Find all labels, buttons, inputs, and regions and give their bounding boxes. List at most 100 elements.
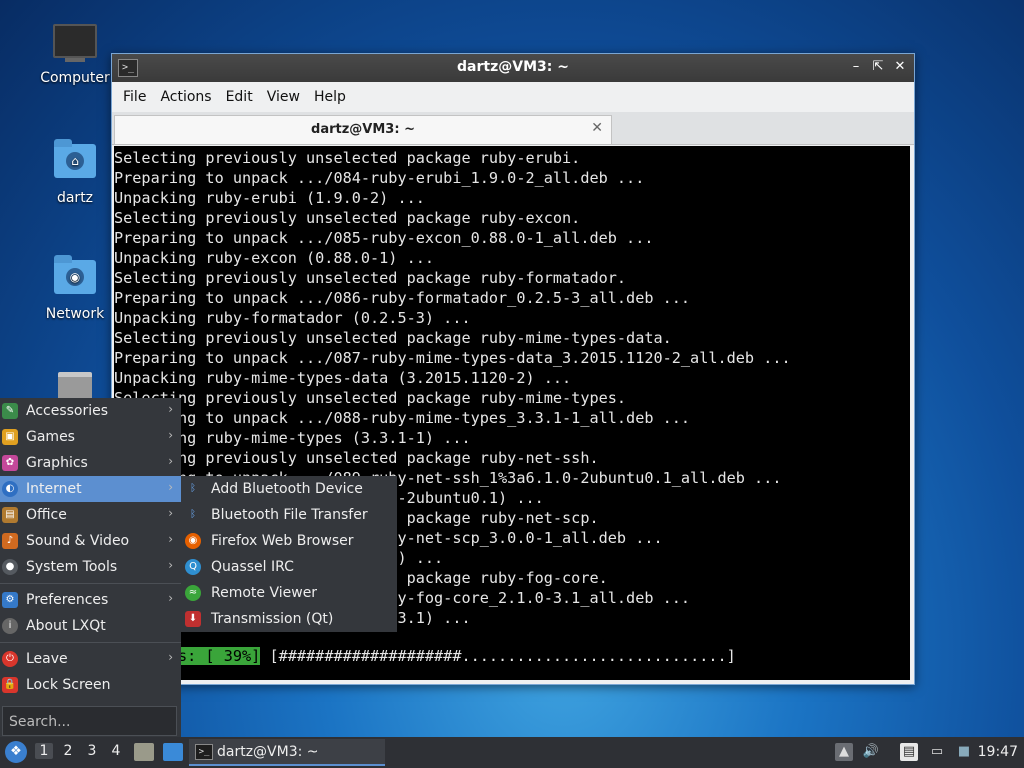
accessories-icon: ✎ xyxy=(2,403,18,419)
menu-item-label: System Tools xyxy=(26,559,118,575)
desktop-icon-label: Computer xyxy=(40,70,110,86)
workspace-3[interactable]: 3 xyxy=(83,743,101,759)
menu-item-label: Games xyxy=(26,429,75,445)
menu-item-office[interactable]: ▤ Office › xyxy=(0,502,181,528)
chevron-right-icon: › xyxy=(168,428,173,442)
close-icon[interactable]: ✕ xyxy=(892,58,908,76)
menu-separator xyxy=(0,642,181,643)
menu-actions[interactable]: Actions xyxy=(153,89,218,105)
workspace-4[interactable]: 4 xyxy=(107,743,125,759)
power-icon: ⏻ xyxy=(2,651,18,667)
submenu-item-label: Firefox Web Browser xyxy=(211,533,354,549)
remote-viewer-icon: ≈ xyxy=(185,585,201,601)
office-icon: ▤ xyxy=(2,507,18,523)
firefox-icon: ◉ xyxy=(185,533,201,549)
network-icon[interactable]: ▭ xyxy=(928,743,946,761)
menu-item-label: Preferences xyxy=(26,592,109,608)
show-desktop-icon[interactable] xyxy=(163,743,183,761)
network-folder-icon: ◉ xyxy=(53,255,97,300)
chevron-right-icon: › xyxy=(168,532,173,546)
maximize-icon[interactable]: ⇱ xyxy=(870,58,886,76)
tab-bar: dartz@VM3: ~ ✕ xyxy=(112,112,914,145)
preferences-icon: ⚙ xyxy=(2,592,18,608)
menu-item-leave[interactable]: ⏻ Leave › xyxy=(0,646,181,672)
submenu-item-label: Add Bluetooth Device xyxy=(211,481,363,497)
clipboard-icon[interactable]: ▤ xyxy=(900,743,918,761)
menu-item-lock-screen[interactable]: 🔒 Lock Screen xyxy=(0,672,181,698)
submenu-item-label: Transmission (Qt) xyxy=(211,611,334,627)
minimize-icon[interactable]: – xyxy=(848,58,864,76)
window-titlebar[interactable]: >_ dartz@VM3: ~ – ⇱ ✕ xyxy=(112,54,914,82)
submenu-item-label: Bluetooth File Transfer xyxy=(211,507,368,523)
desktop-icon-computer[interactable]: Computer xyxy=(33,24,117,86)
home-folder-icon: ⌂ xyxy=(53,139,97,184)
internet-submenu: ᛒ Add Bluetooth Device ᛒ Bluetooth File Tr… xyxy=(181,476,397,632)
volume-icon[interactable]: 🔊 xyxy=(862,743,880,761)
menu-item-accessories[interactable]: ✎ Accessories › xyxy=(0,398,181,424)
menu-item-about[interactable]: i About LXQt xyxy=(0,613,181,639)
submenu-item-bluetooth-transfer[interactable]: ᛒ Bluetooth File Transfer xyxy=(181,502,397,528)
menu-item-label: Accessories xyxy=(26,403,109,419)
tab-close-icon[interactable]: ✕ xyxy=(591,120,603,136)
workspace-2[interactable]: 2 xyxy=(59,743,77,759)
submenu-item-quassel[interactable]: Q Quassel IRC xyxy=(181,554,397,580)
menu-edit[interactable]: Edit xyxy=(219,89,260,105)
workspace-1[interactable]: 1 xyxy=(35,743,53,759)
menu-file[interactable]: File xyxy=(116,89,153,105)
menu-item-label: Lock Screen xyxy=(26,677,111,693)
menu-view[interactable]: View xyxy=(260,89,307,105)
start-menu: ✎ Accessories › ▣ Games › ✿ Graphics › ◐ Intern… xyxy=(0,398,181,738)
desktop-icon-label: Network xyxy=(45,306,105,322)
menu-item-label: Internet xyxy=(26,481,82,497)
desktop-icon-label: dartz xyxy=(56,190,94,206)
submenu-item-remote-viewer[interactable]: ≈ Remote Viewer xyxy=(181,580,397,606)
desktop-icon-network[interactable]: ◉ Network xyxy=(33,255,117,322)
notification-icon[interactable]: ■ xyxy=(955,743,973,761)
bluetooth-icon: ᛒ xyxy=(190,483,196,494)
file-manager-icon[interactable] xyxy=(134,743,154,761)
window-title: dartz@VM3: ~ xyxy=(457,59,569,75)
chevron-right-icon: › xyxy=(168,650,173,664)
terminal-tab[interactable]: dartz@VM3: ~ ✕ xyxy=(114,115,612,144)
info-icon: i xyxy=(2,618,18,634)
menu-help[interactable]: Help xyxy=(307,89,353,105)
task-label: dartz@VM3: ~ xyxy=(217,744,319,760)
tab-label: dartz@VM3: ~ xyxy=(311,122,415,137)
menu-item-label: Graphics xyxy=(26,455,88,471)
chevron-right-icon: › xyxy=(168,558,173,572)
menu-item-games[interactable]: ▣ Games › xyxy=(0,424,181,450)
progress-bar: [####################...................… xyxy=(260,647,736,665)
transmission-icon: ⬇ xyxy=(185,611,201,627)
clock[interactable]: 19:47 xyxy=(978,744,1018,760)
bluetooth-icon: ᛒ xyxy=(190,509,196,520)
submenu-item-transmission[interactable]: ⬇ Transmission (Qt) xyxy=(181,606,397,632)
desktop-icon-home[interactable]: ⌂ dartz xyxy=(33,139,117,206)
menu-search-input[interactable]: Search... xyxy=(2,706,177,736)
menu-item-system-tools[interactable]: ● System Tools › xyxy=(0,554,181,580)
taskbar-task-terminal[interactable]: >_ dartz@VM3: ~ xyxy=(189,739,385,766)
chevron-right-icon: › xyxy=(168,506,173,520)
submenu-item-firefox[interactable]: ◉ Firefox Web Browser xyxy=(181,528,397,554)
submenu-item-label: Remote Viewer xyxy=(211,585,318,601)
terminal-icon: >_ xyxy=(195,744,213,760)
submenu-item-label: Quassel IRC xyxy=(211,559,294,575)
menu-separator xyxy=(0,583,181,584)
menu-item-preferences[interactable]: ⚙ Preferences › xyxy=(0,587,181,613)
menu-item-graphics[interactable]: ✿ Graphics › xyxy=(0,450,181,476)
system-tools-icon: ● xyxy=(2,559,18,575)
chevron-right-icon: › xyxy=(168,454,173,468)
menu-item-sound-video[interactable]: ♪ Sound & Video › xyxy=(0,528,181,554)
menu-item-label: Office xyxy=(26,507,67,523)
menu-item-label: Sound & Video xyxy=(26,533,130,549)
submenu-item-add-bluetooth[interactable]: ᛒ Add Bluetooth Device xyxy=(181,476,397,502)
update-notifier-icon[interactable]: ▲ xyxy=(835,743,853,761)
chevron-right-icon: › xyxy=(168,480,173,494)
graphics-icon: ✿ xyxy=(2,455,18,471)
lxqt-menu-icon[interactable]: ❖ xyxy=(5,741,27,763)
lock-icon: 🔒 xyxy=(2,677,18,693)
quassel-icon: Q xyxy=(185,559,201,575)
chevron-right-icon: › xyxy=(168,591,173,605)
menu-item-internet[interactable]: ◐ Internet › xyxy=(0,476,181,502)
taskbar: ❖ 1 2 3 4 >_ dartz@VM3: ~ ▲ 🔊 ▤ ▭ ■ 19:4… xyxy=(0,737,1024,768)
computer-icon xyxy=(53,24,97,64)
